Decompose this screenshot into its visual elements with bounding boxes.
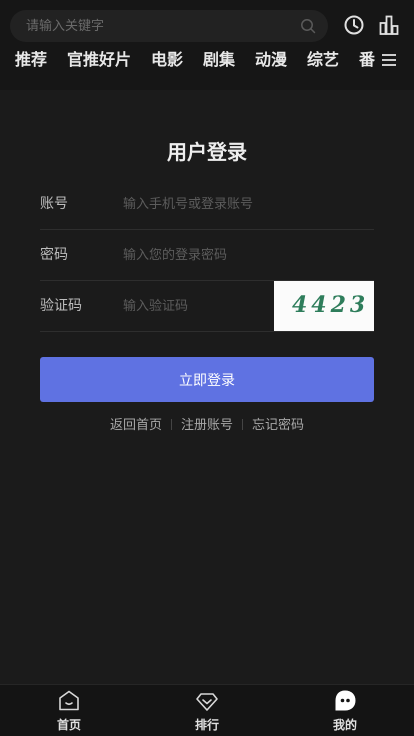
register-link[interactable]: 注册账号 <box>181 418 233 433</box>
password-input[interactable] <box>123 230 353 280</box>
password-label: 密码 <box>40 247 68 263</box>
captcha-label: 验证码 <box>40 298 82 314</box>
clock-icon[interactable] <box>343 14 365 36</box>
tab-home-label: 首页 <box>56 718 81 732</box>
back-home-link[interactable]: 返回首页 <box>110 418 162 433</box>
search-input[interactable] <box>10 10 328 42</box>
menu-icon[interactable] <box>381 53 397 67</box>
captcha-row: 验证码 4423 <box>40 281 374 332</box>
category-nav: 推荐 官推好片 电影 剧集 动漫 综艺 番 <box>0 48 414 76</box>
auth-links: 返回首页 注册账号 忘记密码 <box>0 416 414 436</box>
captcha-input[interactable] <box>123 281 268 331</box>
rank-icon[interactable] <box>378 14 400 36</box>
nav-item-series[interactable]: 剧集 <box>203 48 235 72</box>
home-icon <box>59 690 79 711</box>
tab-rank[interactable]: 排行 <box>167 685 247 736</box>
header: 推荐 官推好片 电影 剧集 动漫 综艺 番 <box>0 0 414 90</box>
password-row: 密码 <box>40 230 374 281</box>
tab-rank-label: 排行 <box>194 718 219 732</box>
forgot-password-link[interactable]: 忘记密码 <box>252 418 304 433</box>
account-input[interactable] <box>123 179 353 229</box>
search-icon[interactable] <box>300 18 316 34</box>
tab-home[interactable]: 首页 <box>29 685 109 736</box>
captcha-image[interactable]: 4423 <box>274 281 374 331</box>
captcha-code: 4423 <box>292 292 369 318</box>
account-row: 账号 <box>40 179 374 230</box>
login-button[interactable]: 立即登录 <box>40 357 374 402</box>
tab-mine[interactable]: 我的 <box>305 685 385 736</box>
chat-icon <box>335 690 356 711</box>
diamond-icon <box>196 693 218 711</box>
link-divider <box>170 419 172 430</box>
nav-item-recommend[interactable]: 推荐 <box>15 48 47 72</box>
search-bar[interactable] <box>10 10 328 42</box>
login-page: 推荐 官推好片 电影 剧集 动漫 综艺 番 用户登录 账号 密码 验证码 442… <box>0 0 414 736</box>
link-divider <box>242 419 243 430</box>
tab-mine-label: 我的 <box>332 718 357 732</box>
nav-item-anime[interactable]: 动漫 <box>255 48 287 72</box>
bottom-tab-bar: 首页 排行 我的 <box>0 684 414 736</box>
page-title: 用户登录 <box>167 140 247 164</box>
nav-item-variety[interactable]: 综艺 <box>307 48 339 72</box>
nav-item-movies[interactable]: 电影 <box>151 48 183 72</box>
account-label: 账号 <box>40 196 68 212</box>
nav-item-featured[interactable]: 官推好片 <box>67 48 131 72</box>
nav-item-fan[interactable]: 番 <box>359 48 375 72</box>
